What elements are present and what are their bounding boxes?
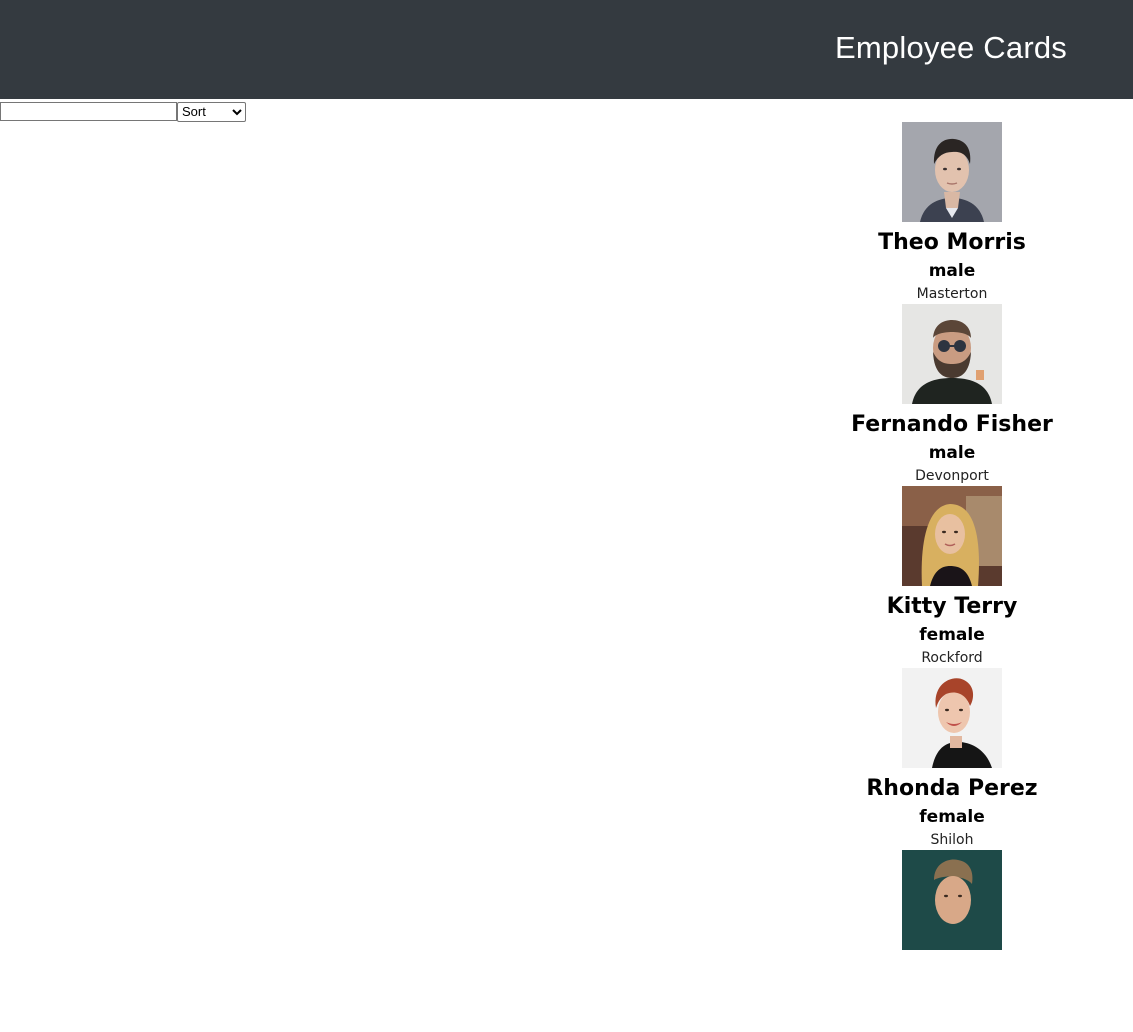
employee-name: Theo Morris <box>878 230 1026 255</box>
employee-city: Devonport <box>915 468 989 484</box>
employee-card: Rhonda Perez female Shiloh <box>852 668 1052 850</box>
man-sunglasses-beard-photo-icon <box>902 304 1002 404</box>
employee-city: Shiloh <box>930 832 974 848</box>
employee-photo <box>902 668 1002 768</box>
employee-name: Kitty Terry <box>886 594 1018 619</box>
page-title: Employee Cards <box>835 30 1067 65</box>
employee-gender: male <box>928 443 976 463</box>
employee-card: Fernando Fisher male Devonport <box>851 304 1053 486</box>
employee-photo <box>902 122 1002 222</box>
employee-card-list: Theo Morris male Masterton Fernando Fish… <box>851 122 1053 1032</box>
employee-gender: female <box>919 807 985 827</box>
employee-photo <box>902 850 1002 950</box>
employee-gender: male <box>928 261 976 281</box>
employee-card: Kitty Terry female Rockford <box>852 486 1052 668</box>
employee-card: Theo Morris male Masterton <box>852 122 1052 304</box>
employee-city: Masterton <box>916 286 988 302</box>
employee-card <box>852 850 1052 1032</box>
employee-name: Fernando Fisher <box>851 412 1053 437</box>
woman-short-red-hair-photo-icon <box>902 668 1002 768</box>
woman-blonde-hair-photo-icon <box>902 486 1002 586</box>
app-header: Employee Cards <box>0 0 1133 99</box>
employee-name: Rhonda Perez <box>866 776 1038 801</box>
search-input[interactable] <box>0 102 177 121</box>
man-teal-background-photo-icon <box>902 850 1002 950</box>
employee-gender: female <box>919 625 985 645</box>
toolbar: Sort <box>0 101 246 122</box>
employee-city: Rockford <box>921 650 983 666</box>
man-short-hair-photo-icon <box>902 122 1002 222</box>
employee-photo <box>902 304 1002 404</box>
employee-photo <box>902 486 1002 586</box>
sort-select[interactable]: Sort <box>177 101 246 122</box>
